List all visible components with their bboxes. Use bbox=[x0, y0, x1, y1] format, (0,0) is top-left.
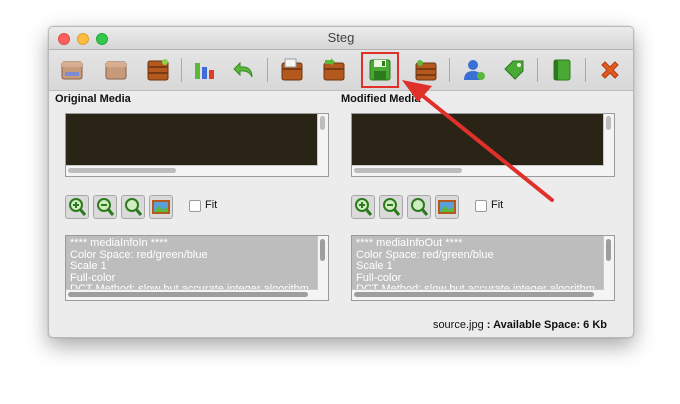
original-media-preview bbox=[65, 113, 329, 177]
save-highlight-box bbox=[361, 52, 399, 88]
fit-checkbox[interactable] bbox=[475, 200, 487, 212]
import-button[interactable] bbox=[319, 55, 349, 85]
vertical-scrollbar[interactable] bbox=[317, 236, 328, 300]
horizontal-scrollbar[interactable] bbox=[66, 289, 318, 300]
image-icon bbox=[152, 200, 170, 214]
info-line: Color Space: red/green/blue bbox=[356, 248, 494, 261]
user-icon bbox=[464, 60, 485, 80]
view-image-button[interactable] bbox=[149, 195, 173, 219]
toolbar-separator bbox=[267, 58, 268, 82]
status-file-name: source.jpg bbox=[432, 319, 484, 331]
info-line: **** mediaInfoOut **** bbox=[356, 238, 463, 249]
box-button[interactable] bbox=[101, 55, 131, 85]
zoom-in-icon bbox=[355, 198, 373, 216]
undo-icon bbox=[233, 61, 253, 78]
zoom-out-icon bbox=[97, 198, 115, 216]
fit-label: Fit bbox=[205, 199, 218, 211]
open-file-button[interactable] bbox=[277, 55, 307, 85]
available-space-text: Available Space: 6 Kb bbox=[493, 319, 607, 331]
view-image-button[interactable] bbox=[435, 195, 459, 219]
info-line: Color Space: red/green/blue bbox=[70, 248, 208, 261]
magnifier-icon bbox=[125, 198, 143, 216]
vertical-scrollbar[interactable] bbox=[603, 236, 614, 300]
media-info-out-text: **** mediaInfoOut **** Color Space: red/… bbox=[356, 238, 601, 292]
zoom-in-button[interactable] bbox=[351, 195, 375, 219]
zoom-reset-button[interactable] bbox=[121, 195, 145, 219]
window-title: Steg bbox=[327, 30, 355, 45]
horizontal-scrollbar[interactable] bbox=[352, 289, 604, 300]
close-icon bbox=[601, 61, 619, 79]
chart-button[interactable] bbox=[189, 55, 219, 85]
info-line: Scale 1 bbox=[356, 260, 393, 272]
status-separator: : bbox=[483, 319, 494, 331]
open-file-icon bbox=[281, 58, 303, 81]
book-icon bbox=[553, 59, 571, 81]
database-button[interactable] bbox=[57, 55, 87, 85]
chart-icon bbox=[195, 63, 214, 79]
zoom-out-button[interactable] bbox=[93, 195, 117, 219]
media-info-in-textarea[interactable]: **** mediaInfoIn **** Color Space: red/g… bbox=[65, 235, 329, 301]
modified-media-preview bbox=[351, 113, 615, 177]
database-icon bbox=[61, 61, 83, 80]
chest-icon bbox=[147, 59, 169, 81]
vertical-scrollbar[interactable] bbox=[603, 114, 614, 176]
modified-media-label: Modified Media bbox=[341, 93, 421, 105]
zoom-out-icon bbox=[383, 198, 401, 216]
toolbar bbox=[49, 50, 633, 91]
zoom-in-button[interactable] bbox=[65, 195, 89, 219]
fit-checkbox[interactable] bbox=[189, 200, 201, 212]
user-button[interactable] bbox=[459, 55, 489, 85]
zoom-in-icon bbox=[69, 198, 87, 216]
tag-icon bbox=[504, 60, 524, 80]
box-icon bbox=[105, 61, 127, 80]
export-icon bbox=[415, 60, 437, 81]
export-button[interactable] bbox=[411, 55, 441, 85]
info-line: **** mediaInfoIn **** bbox=[70, 238, 168, 249]
tag-button[interactable] bbox=[499, 55, 529, 85]
toolbar-separator bbox=[181, 58, 182, 82]
zoom-reset-button[interactable] bbox=[407, 195, 431, 219]
magnifier-icon bbox=[411, 198, 429, 216]
media-info-in-text: **** mediaInfoIn **** Color Space: red/g… bbox=[70, 238, 315, 292]
undo-button[interactable] bbox=[229, 55, 259, 85]
toolbar-separator bbox=[449, 58, 450, 82]
horizontal-scrollbar[interactable] bbox=[66, 165, 318, 176]
steg-window: Steg Original Media Fit **** mediaInfoIn… bbox=[48, 26, 634, 338]
original-media-label: Original Media bbox=[55, 93, 131, 105]
close-button[interactable] bbox=[595, 55, 625, 85]
fit-label: Fit bbox=[491, 199, 504, 211]
status-bar: source.jpg : Available Space: 6 Kb bbox=[433, 319, 607, 331]
chest-button[interactable] bbox=[143, 55, 173, 85]
title-bar: Steg bbox=[49, 27, 633, 50]
import-icon bbox=[323, 58, 345, 81]
image-icon bbox=[438, 200, 456, 214]
vertical-scrollbar[interactable] bbox=[317, 114, 328, 176]
book-button[interactable] bbox=[547, 55, 577, 85]
toolbar-separator bbox=[585, 58, 586, 82]
toolbar-separator bbox=[537, 58, 538, 82]
info-line: Scale 1 bbox=[70, 260, 107, 272]
zoom-out-button[interactable] bbox=[379, 195, 403, 219]
horizontal-scrollbar[interactable] bbox=[352, 165, 604, 176]
media-info-out-textarea[interactable]: **** mediaInfoOut **** Color Space: red/… bbox=[351, 235, 615, 301]
